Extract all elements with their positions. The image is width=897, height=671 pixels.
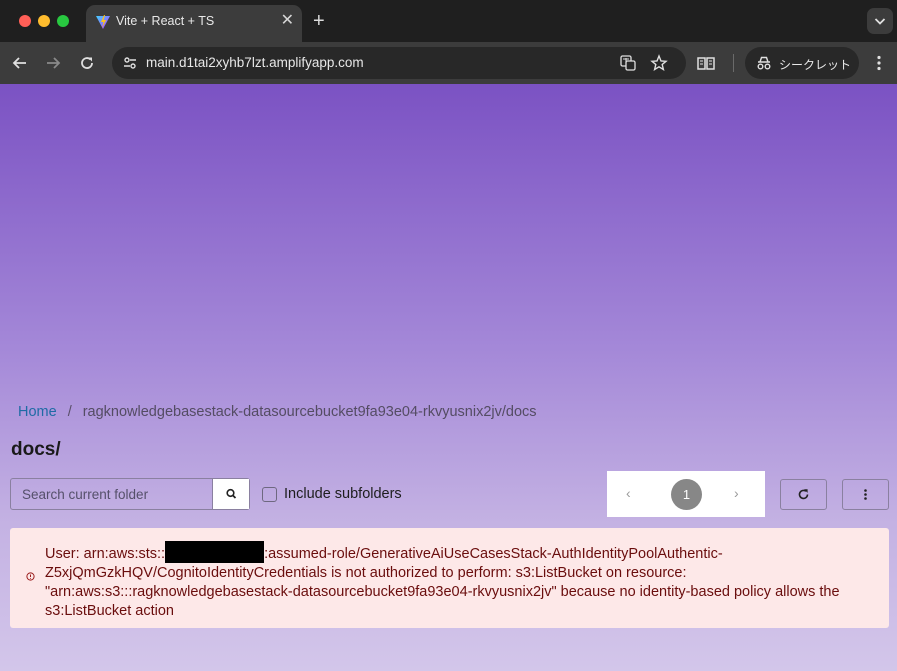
incognito-icon xyxy=(757,56,771,70)
more-vertical-icon xyxy=(864,489,867,500)
redacted-account-id xyxy=(165,541,265,563)
translate-icon[interactable] xyxy=(619,54,637,72)
vite-logo-icon xyxy=(96,15,110,29)
error-icon xyxy=(26,572,35,581)
window-minimize-button[interactable] xyxy=(38,15,50,27)
incognito-label: シークレット xyxy=(779,58,852,72)
address-bar[interactable]: main.d1tai2xyhb7lzt.amplifyapp.com xyxy=(112,47,686,79)
incognito-button[interactable]: シークレット xyxy=(745,47,859,79)
toolbar-divider xyxy=(733,54,734,72)
breadcrumb-current: ragknowledgebasestack-datasourcebucket9f… xyxy=(82,404,537,420)
search-button[interactable] xyxy=(212,479,249,509)
browser-toolbar: main.d1tai2xyhb7lzt.amplifyapp.com シークレッ… xyxy=(0,42,897,84)
bookmark-star-icon[interactable] xyxy=(650,54,668,72)
tab-search-button[interactable] xyxy=(867,8,893,34)
more-actions-button[interactable] xyxy=(842,479,889,510)
chevron-down-icon xyxy=(874,18,886,25)
browser-tab[interactable]: Vite + React + TS ✕ xyxy=(86,5,302,42)
new-tab-button[interactable]: + xyxy=(313,10,325,32)
breadcrumb: Home / ragknowledgebasestack-datasourcebuc… xyxy=(18,404,537,420)
url-text[interactable]: main.d1tai2xyhb7lzt.amplifyapp.com xyxy=(146,55,364,70)
include-subfolders-checkbox[interactable] xyxy=(262,487,277,502)
site-info-icon[interactable] xyxy=(121,54,139,72)
back-arrow-icon[interactable] xyxy=(7,50,33,76)
refresh-button[interactable] xyxy=(780,479,827,510)
window-close-button[interactable] xyxy=(19,15,31,27)
include-subfolders-label[interactable]: Include subfolders xyxy=(284,486,402,502)
breadcrumb-home-link[interactable]: Home xyxy=(18,404,57,420)
search-field xyxy=(10,478,250,510)
error-message: User: arn:aws:sts:::assumed-role/Generat… xyxy=(45,541,875,621)
browser-tab-bar: Vite + React + TS ✕ + xyxy=(0,0,897,42)
tab-close-icon[interactable]: ✕ xyxy=(281,12,294,30)
page-content: Home / ragknowledgebasestack-datasourcebuc… xyxy=(0,84,897,671)
forward-arrow-icon[interactable] xyxy=(40,50,66,76)
previous-page-button[interactable]: ‹ xyxy=(626,485,631,501)
refresh-icon xyxy=(798,489,809,500)
reload-icon[interactable] xyxy=(74,50,100,76)
next-page-button[interactable]: › xyxy=(734,485,739,501)
pagination: ‹ 1 › xyxy=(607,471,765,517)
error-message-start: User: arn:aws:sts:: xyxy=(45,546,166,562)
search-input[interactable] xyxy=(11,479,213,509)
breadcrumb-separator: / xyxy=(67,404,72,420)
reading-mode-icon[interactable] xyxy=(693,50,719,76)
search-icon xyxy=(226,488,237,499)
error-alert: User: arn:aws:sts:::assumed-role/Generat… xyxy=(10,528,889,628)
tab-title: Vite + React + TS xyxy=(116,14,215,28)
page-title: docs/ xyxy=(11,439,61,460)
window-maximize-button[interactable] xyxy=(57,15,69,27)
browser-menu-icon[interactable] xyxy=(866,50,892,76)
current-page-number[interactable]: 1 xyxy=(671,479,702,510)
